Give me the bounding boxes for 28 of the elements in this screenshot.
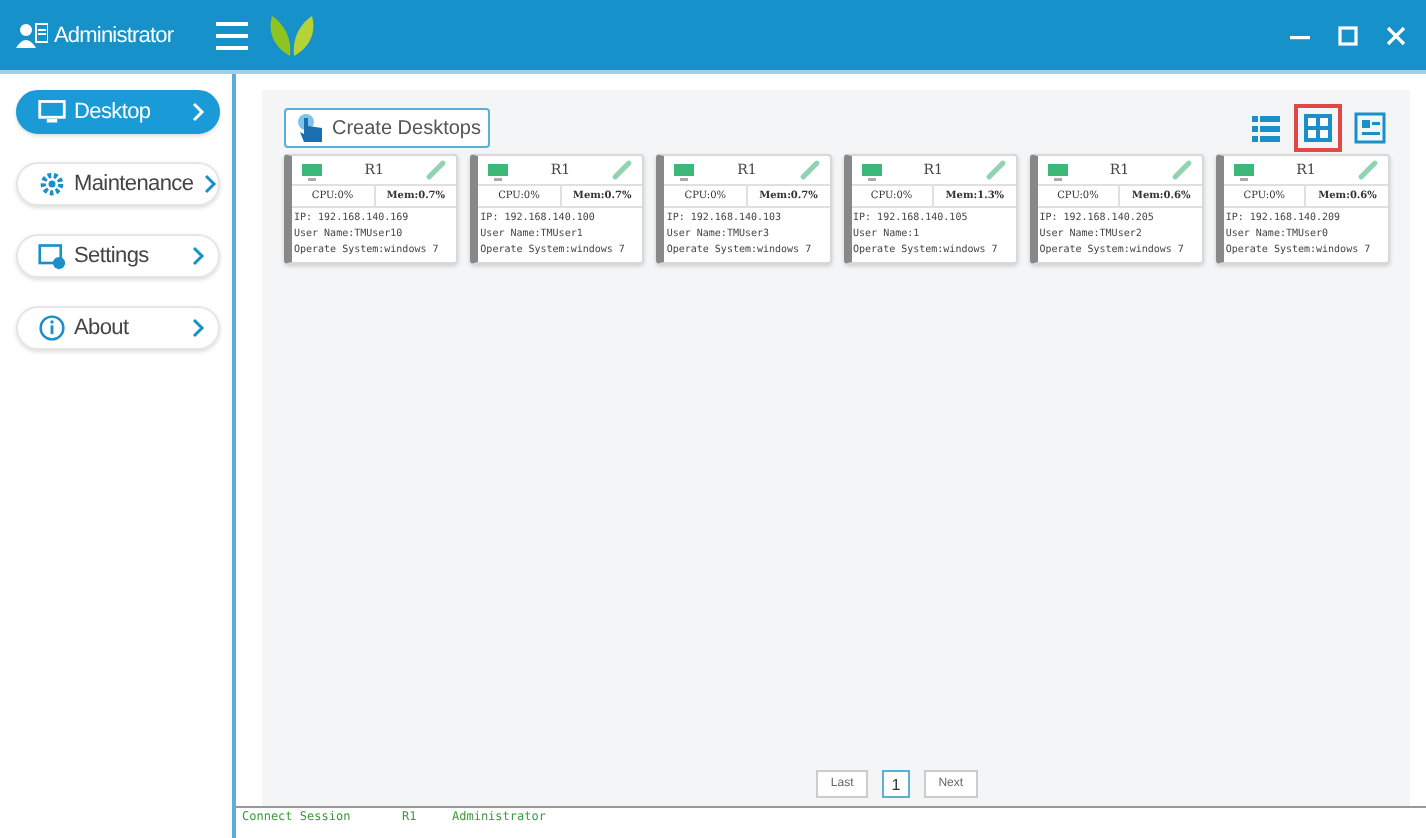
card-view-icon[interactable] <box>1350 108 1390 148</box>
leaf-logo-icon <box>268 13 316 57</box>
chevron-icon <box>201 174 218 194</box>
monitor-icon <box>1045 159 1070 181</box>
chevron-icon <box>190 318 206 338</box>
user-name: Administrator <box>54 23 174 47</box>
chevron-icon <box>190 102 206 122</box>
monitor-icon <box>1231 159 1256 181</box>
sidebar-item[interactable]: Settings <box>16 234 220 278</box>
monitor-icon <box>38 98 66 126</box>
user-icon <box>16 21 48 49</box>
info-icon <box>38 314 66 342</box>
gear-icon <box>38 170 66 198</box>
monitor-icon <box>859 159 884 181</box>
chevron-icon <box>190 246 206 266</box>
hand-pointer-icon <box>294 112 326 144</box>
maximize-icon[interactable] <box>1338 25 1358 45</box>
menu-icon[interactable] <box>216 21 248 49</box>
monitor-icon <box>300 159 324 181</box>
sidebar-item[interactable]: About <box>16 306 220 350</box>
monitor-icon <box>672 159 697 181</box>
close-icon[interactable] <box>1386 25 1406 45</box>
grid-view-icon[interactable] <box>1298 108 1338 148</box>
create-desktops-button[interactable]: Create Desktops <box>284 108 491 148</box>
page-number-button[interactable]: 1 <box>881 770 911 798</box>
settings-icon <box>38 242 66 270</box>
sidebar-item[interactable]: Maintenance <box>16 162 220 206</box>
monitor-icon <box>486 159 511 181</box>
